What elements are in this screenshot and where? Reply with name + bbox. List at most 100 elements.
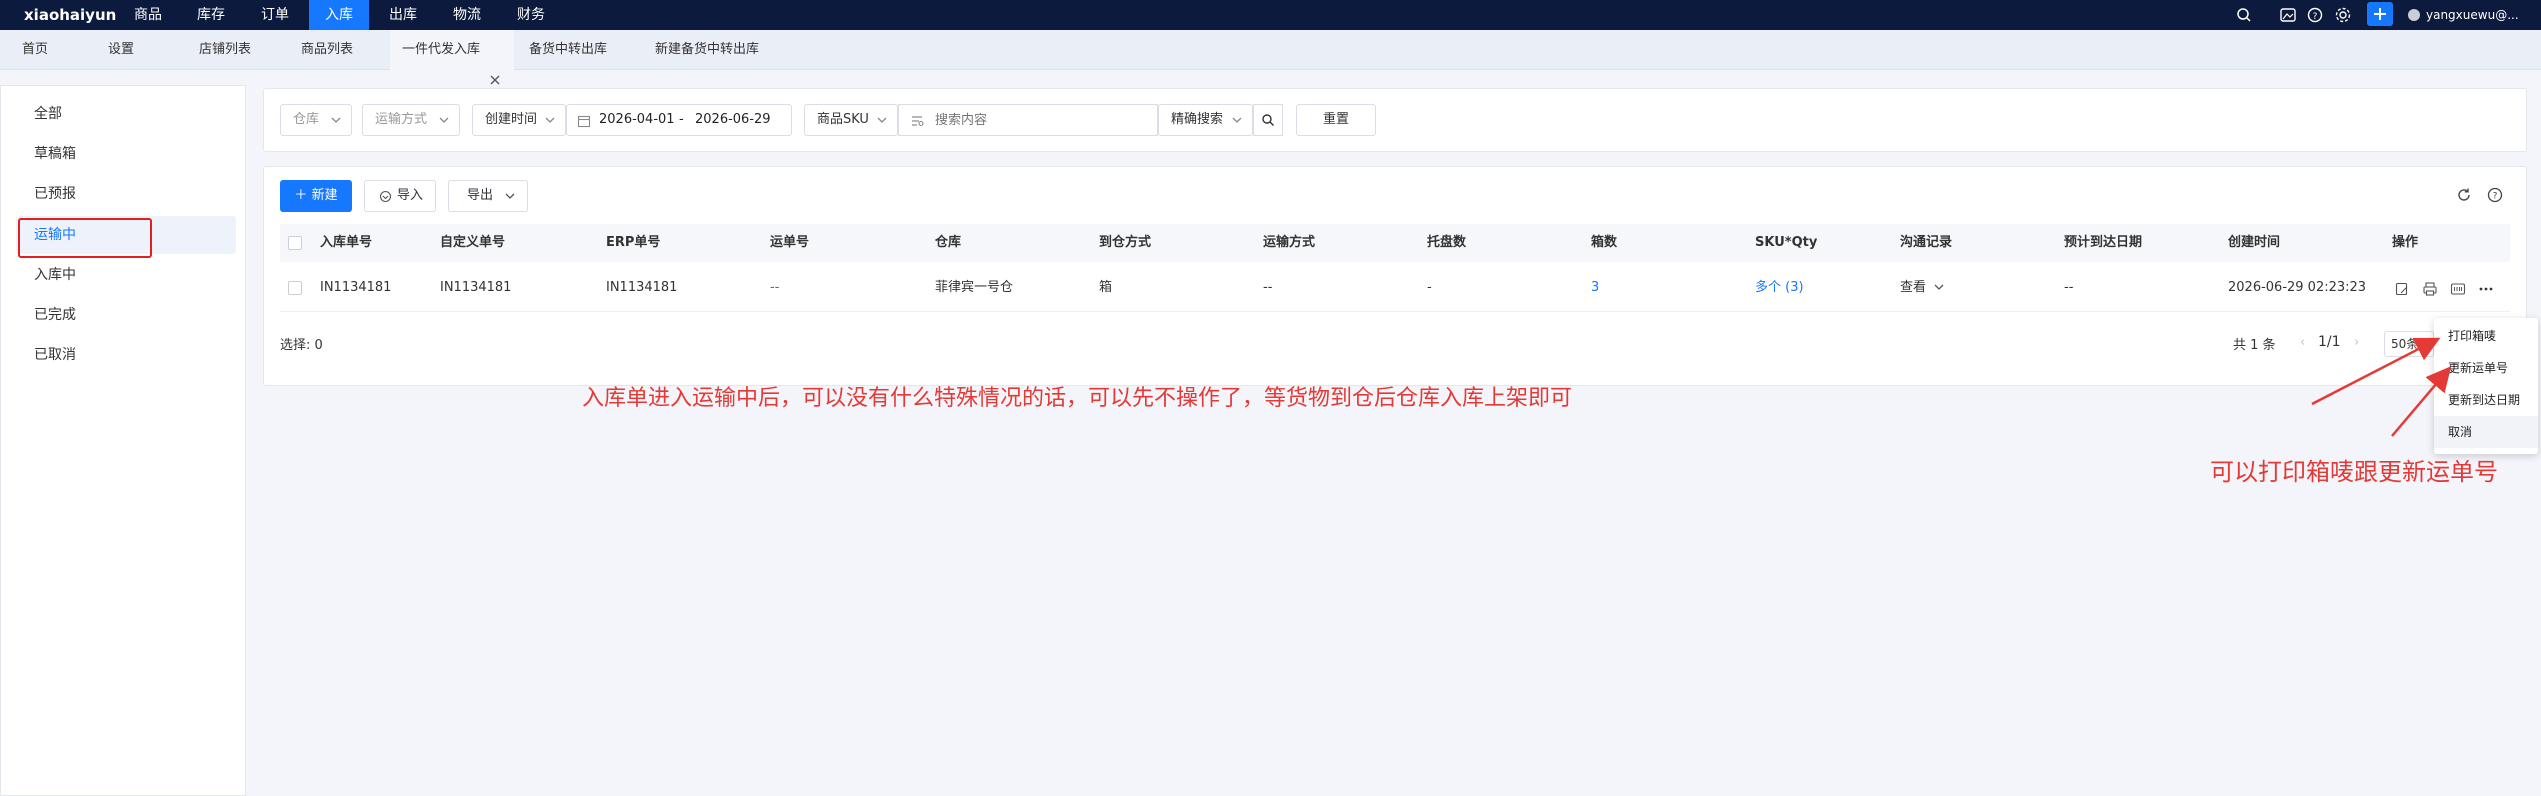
sidebar-item-drafts[interactable]: 草稿箱 bbox=[34, 144, 76, 164]
date-range-picker[interactable]: 2026-04-01 - 2026-06-29 bbox=[566, 104, 792, 136]
cell-created-time: 2026-06-29 02:23:23 bbox=[2228, 280, 2367, 295]
import-button[interactable]: 导入 bbox=[364, 180, 436, 212]
shipping-method-select[interactable]: 运输方式 bbox=[362, 104, 460, 136]
sidebar-item-receiving[interactable]: 入库中 bbox=[34, 265, 76, 285]
cell-pallets: - bbox=[1427, 280, 1432, 295]
help-icon[interactable]: ? bbox=[2305, 5, 2325, 25]
search-icon bbox=[1262, 114, 1274, 126]
chevron-down-icon bbox=[545, 117, 555, 123]
cell-sku-qty[interactable]: 多个 (3) bbox=[1755, 272, 1804, 304]
tab-settings[interactable]: 设置 bbox=[108, 30, 134, 70]
annotation-note: 入库单进入运输中后，可以没有什么特殊情况的话，可以先不操作了，等货物到仓后仓库入… bbox=[582, 386, 1573, 411]
cell-eta: -- bbox=[2064, 280, 2074, 295]
column-header: ERP单号 bbox=[606, 235, 661, 250]
reset-button[interactable]: 重置 bbox=[1296, 104, 1376, 136]
nav-item-inbound[interactable]: 入库 bbox=[309, 0, 369, 30]
chevron-down-icon bbox=[1934, 284, 1944, 290]
chevron-down-icon bbox=[439, 117, 449, 123]
page-size-select[interactable]: 50条 bbox=[2384, 331, 2434, 357]
nav-item-orders[interactable]: 订单 bbox=[255, 0, 295, 30]
column-header: 运单号 bbox=[770, 235, 810, 250]
barcode-icon[interactable] bbox=[2450, 281, 2466, 297]
time-type-select[interactable]: 创建时间 bbox=[472, 104, 566, 136]
date-start: 2026-04-01 bbox=[599, 112, 675, 127]
cell-custom-no: IN1134181 bbox=[440, 280, 512, 295]
chevron-down-icon bbox=[1232, 117, 1242, 123]
search-field-select[interactable]: 商品SKU bbox=[804, 104, 898, 136]
export-button[interactable]: 导出 bbox=[448, 180, 528, 212]
close-icon[interactable] bbox=[489, 74, 501, 86]
date-separator: - bbox=[679, 112, 684, 127]
annotation-note: 可以打印箱唛跟更新运单号 bbox=[2210, 458, 2498, 486]
chevron-down-icon bbox=[877, 117, 887, 123]
row-actions-menu: 打印箱唛 更新运单号 更新到达日期 取消 bbox=[2434, 318, 2538, 454]
search-input[interactable] bbox=[935, 105, 1155, 135]
menu-item-update-arrival-date[interactable]: 更新到达日期 bbox=[2434, 384, 2538, 416]
image-icon[interactable] bbox=[2278, 5, 2298, 25]
tab-product-list[interactable]: 商品列表 bbox=[301, 30, 353, 70]
cell-waybill[interactable]: -- bbox=[770, 272, 779, 304]
search-icon[interactable] bbox=[2234, 5, 2254, 25]
refresh-icon[interactable] bbox=[2455, 186, 2473, 204]
tab-label: 一件代发入库 bbox=[402, 42, 481, 57]
column-header: 到仓方式 bbox=[1099, 235, 1152, 250]
help-icon[interactable]: ? bbox=[2486, 186, 2504, 204]
gear-icon[interactable] bbox=[2333, 5, 2353, 25]
cell-communication[interactable]: 查看 bbox=[1900, 272, 1944, 304]
menu-item-print-box-label[interactable]: 打印箱唛 bbox=[2434, 320, 2538, 352]
new-button[interactable]: ＋ 新建 bbox=[280, 180, 352, 212]
brand-logo[interactable]: xiaohaiyun bbox=[24, 0, 116, 30]
menu-item-update-waybill[interactable]: 更新运单号 bbox=[2434, 352, 2538, 384]
nav-item-products[interactable]: 商品 bbox=[128, 0, 168, 30]
filter-list-icon bbox=[912, 116, 924, 127]
search-button[interactable] bbox=[1253, 104, 1283, 136]
edit-icon[interactable] bbox=[2394, 281, 2410, 297]
avatar[interactable] bbox=[2408, 9, 2420, 21]
nav-item-logistics[interactable]: 物流 bbox=[447, 0, 487, 30]
match-mode-select[interactable]: 精确搜索 bbox=[1158, 104, 1253, 136]
sidebar-item-all[interactable]: 全部 bbox=[34, 104, 62, 124]
row-checkbox[interactable] bbox=[288, 281, 302, 295]
cell-boxes[interactable]: 3 bbox=[1591, 272, 1599, 304]
nav-item-inventory[interactable]: 库存 bbox=[191, 0, 231, 30]
more-icon[interactable] bbox=[2478, 281, 2494, 297]
cell-shipping: -- bbox=[1263, 280, 1273, 295]
tab-home[interactable]: 首页 bbox=[22, 30, 48, 70]
column-header: 自定义单号 bbox=[440, 235, 506, 250]
menu-item-cancel[interactable]: 取消 bbox=[2434, 416, 2538, 448]
tab-store-list[interactable]: 店铺列表 bbox=[199, 30, 251, 70]
column-header: 创建时间 bbox=[2228, 235, 2281, 250]
column-header: 箱数 bbox=[1591, 235, 1618, 250]
selected-count: 选择: 0 bbox=[280, 338, 323, 353]
import-button-label: 导入 bbox=[397, 188, 424, 203]
sidebar-item-forecasted[interactable]: 已预报 bbox=[34, 184, 76, 204]
cell-warehouse: 菲律宾一号仓 bbox=[935, 280, 1014, 295]
cell-inbound-no: IN1134181 bbox=[320, 280, 392, 295]
user-menu[interactable]: yangxuewu@... bbox=[2426, 0, 2519, 30]
column-header: 操作 bbox=[2392, 235, 2419, 250]
export-button-label: 导出 bbox=[467, 188, 494, 203]
prev-page-icon[interactable]: ‹ bbox=[2300, 335, 2305, 350]
svg-text:?: ? bbox=[2313, 12, 2318, 22]
cell-erp-no: IN1134181 bbox=[606, 280, 678, 295]
next-page-icon[interactable]: › bbox=[2354, 335, 2359, 350]
nav-item-finance[interactable]: 财务 bbox=[511, 0, 551, 30]
sidebar-item-cancelled[interactable]: 已取消 bbox=[34, 345, 76, 365]
calendar-icon bbox=[577, 115, 591, 128]
tab-stock-transfer-outbound[interactable]: 备货中转出库 bbox=[529, 30, 607, 70]
tab-new-stock-transfer-outbound[interactable]: 新建备货中转出库 bbox=[655, 30, 759, 70]
column-header: 入库单号 bbox=[320, 235, 373, 250]
add-button[interactable] bbox=[2367, 2, 2393, 26]
select-all-checkbox[interactable] bbox=[288, 236, 302, 250]
plus-icon bbox=[2374, 8, 2386, 20]
sidebar-item-completed[interactable]: 已完成 bbox=[34, 305, 76, 325]
print-icon[interactable] bbox=[2422, 281, 2438, 297]
search-box bbox=[898, 104, 1158, 136]
tab-dropship-inbound[interactable]: 一件代发入库 bbox=[390, 30, 514, 70]
nav-item-outbound[interactable]: 出库 bbox=[383, 0, 423, 30]
warehouse-select[interactable]: 仓库 bbox=[280, 104, 352, 136]
column-header: 运输方式 bbox=[1263, 235, 1316, 250]
cell-arrival-mode: 箱 bbox=[1099, 280, 1113, 295]
chevron-down-icon bbox=[331, 117, 341, 123]
column-header: 仓库 bbox=[935, 235, 962, 250]
